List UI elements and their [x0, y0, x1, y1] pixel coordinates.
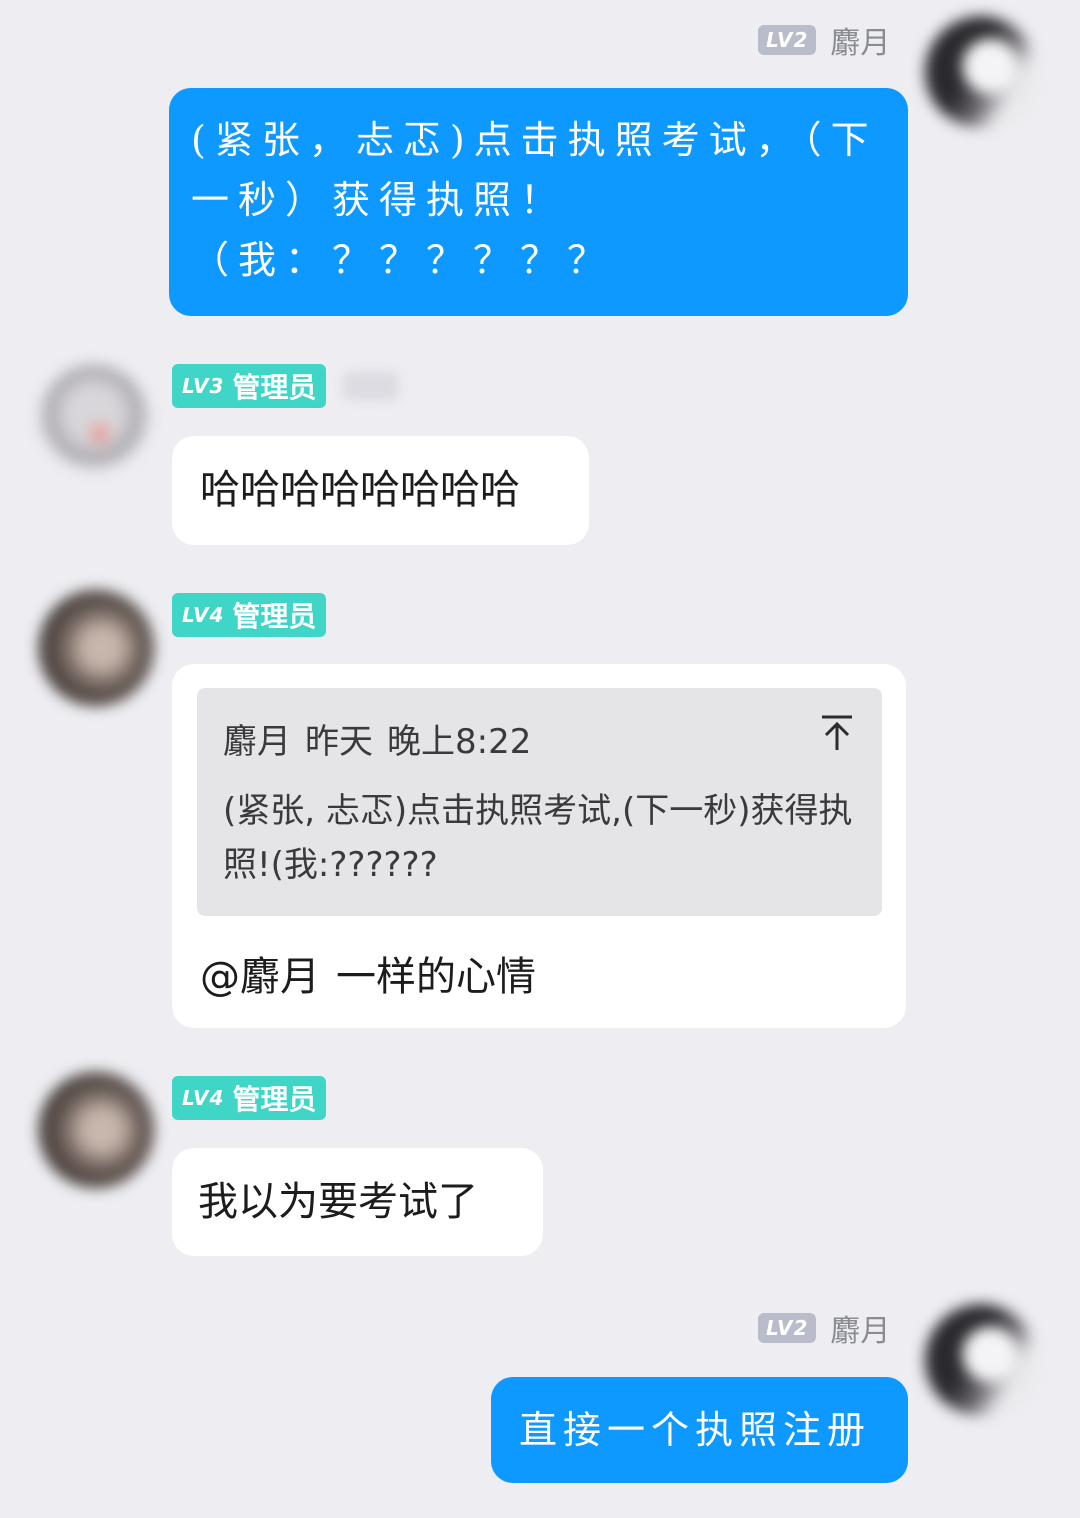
- message-text: 直接一个执照注册: [519, 1408, 872, 1452]
- role-label: 管理员: [232, 371, 317, 404]
- sender-info: LV2 麝月: [758, 18, 890, 62]
- admin-badge: LV4 管理员: [172, 1076, 327, 1120]
- reply-line: @麝月 一样的心情: [200, 944, 536, 1002]
- user-avatar-admin[interactable]: [38, 364, 150, 476]
- role-label: 管理员: [232, 600, 317, 633]
- admin-badge: LV3 管理员: [172, 364, 327, 408]
- message-text: (紧张，忐忑)点击执照考试，（下一秒）获得执照！（我：？？？？？？: [191, 118, 878, 282]
- sender-info: LV4 管理员: [172, 1076, 327, 1120]
- quote-text: (紧张, 忐忑)点击执照考试,(下一秒)获得执照!(我:??????: [223, 791, 853, 885]
- message-bubble-outgoing[interactable]: (紧张，忐忑)点击执照考试，（下一秒）获得执照！（我：？？？？？？: [169, 88, 908, 316]
- level-badge: LV4: [182, 1086, 225, 1110]
- level-badge: LV2: [758, 25, 817, 55]
- admin-badge: LV4 管理员: [172, 593, 327, 637]
- level-badge: LV3: [182, 374, 225, 398]
- message-text: 哈哈哈哈哈哈哈哈: [200, 467, 520, 513]
- user-avatar-sheyue[interactable]: [925, 1304, 1037, 1416]
- quote-time: 晚上8:22: [387, 722, 532, 762]
- sender-name[interactable]: 麝月: [830, 1306, 890, 1350]
- message-bubble-incoming[interactable]: 哈哈哈哈哈哈哈哈: [172, 436, 589, 545]
- message-bubble-outgoing[interactable]: 直接一个执照注册: [491, 1377, 908, 1483]
- message-text: 我以为要考试了: [198, 1179, 478, 1225]
- quoted-message[interactable]: 麝月 昨天 晚上8:22 (紧张, 忐忑)点击执照考试,(下一秒)获得执照!(我:?…: [197, 688, 882, 916]
- user-avatar-sheyue[interactable]: [925, 16, 1037, 128]
- role-label: 管理员: [232, 1083, 317, 1116]
- sender-info: LV2 麝月: [758, 1306, 890, 1350]
- level-badge: LV2: [758, 1313, 817, 1343]
- quote-day: 昨天: [305, 722, 373, 762]
- level-badge: LV4: [182, 603, 225, 627]
- mention-link[interactable]: @麝月: [200, 954, 320, 1000]
- quote-header: 麝月 昨天 晚上8:22: [223, 714, 545, 763]
- quote-author: 麝月: [223, 722, 291, 762]
- message-text: 一样的心情: [336, 954, 536, 1000]
- message-bubble-incoming[interactable]: 我以为要考试了: [172, 1148, 543, 1256]
- user-avatar-admin[interactable]: [38, 590, 154, 706]
- user-avatar-admin[interactable]: [38, 1072, 154, 1188]
- sender-name[interactable]: 麝月: [830, 18, 890, 62]
- sender-info: LV4 管理员: [172, 593, 327, 637]
- sender-info: LV3 管理员: [172, 364, 401, 408]
- message-bubble-incoming-reply[interactable]: 麝月 昨天 晚上8:22 (紧张, 忐忑)点击执照考试,(下一秒)获得执照!(我:?…: [172, 664, 906, 1028]
- arrow-up-to-top-icon[interactable]: [820, 714, 854, 752]
- sender-name-hidden: [342, 371, 401, 401]
